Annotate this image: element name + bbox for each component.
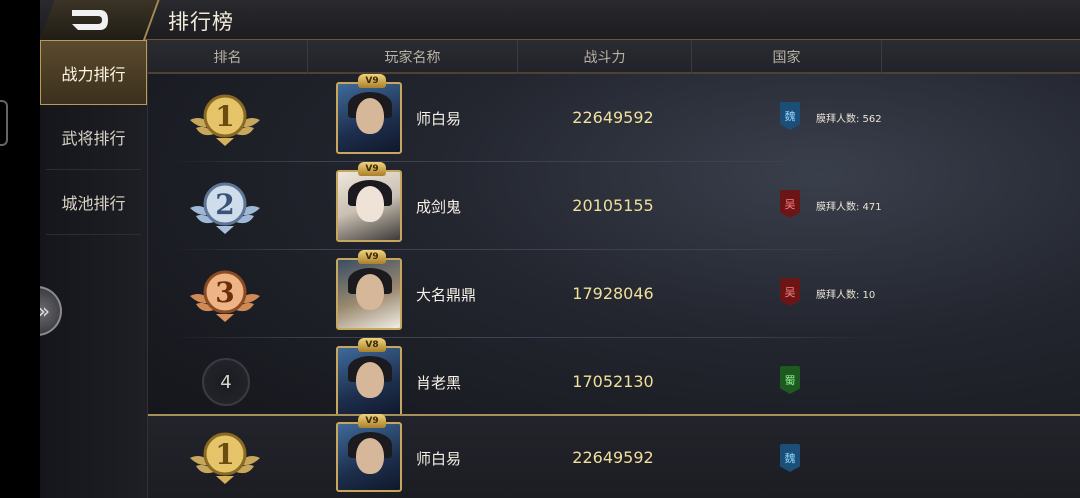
avatar[interactable] <box>336 422 402 492</box>
rank-1-medal-icon: 1 <box>190 94 260 146</box>
table-header: 排名 玩家名称 战斗力 国家 <box>148 40 1080 74</box>
nation-wu-flag-icon: 吴 <box>780 278 800 306</box>
col-player-name: 玩家名称 <box>308 40 518 74</box>
col-power: 战斗力 <box>518 40 692 74</box>
back-arrow-icon[interactable] <box>68 6 112 34</box>
player-name: 师白易 <box>416 110 462 128</box>
rank-3-medal-icon: 3 <box>190 270 260 322</box>
vip-badge: V9 <box>358 74 386 88</box>
rank-1-medal-icon: 1 <box>190 432 260 484</box>
avatar[interactable] <box>336 258 402 330</box>
double-chevron-icon: » <box>40 299 50 323</box>
ranking-screen: 排行榜 战力排行 武将排行 城池排行 » 排名 玩家名称 战斗力 国家 1 V9… <box>40 0 1080 498</box>
player-name: 成剑鬼 <box>416 198 462 216</box>
tab-general-ranking[interactable]: 武将排行 <box>46 105 141 170</box>
nation-wei-flag-icon: 魏 <box>780 444 800 472</box>
player-name: 大名鼎鼎 <box>416 286 477 304</box>
rank-number: 1 <box>215 100 234 133</box>
nation-wei-flag-icon: 魏 <box>780 102 800 130</box>
nation-wu-flag-icon: 吴 <box>780 190 800 218</box>
sidebar: 战力排行 武将排行 城池排行 <box>40 40 148 498</box>
vip-badge: V9 <box>358 414 386 428</box>
player-name: 师白易 <box>416 450 462 468</box>
nation-shu-flag-icon: 蜀 <box>780 366 800 394</box>
col-nation: 国家 <box>692 40 882 74</box>
rank-number: 2 <box>215 188 234 221</box>
rank-number: 3 <box>215 276 234 309</box>
rank-2-medal-icon: 2 <box>190 182 260 234</box>
page-title: 排行榜 <box>168 10 234 34</box>
power-value: 17052130 <box>572 372 654 391</box>
ranking-row[interactable]: 4 V8 肖老黑 17052130 蜀 <box>148 338 1080 426</box>
vip-badge: V9 <box>358 250 386 264</box>
worship-count: 膜拜人数: 10 <box>816 290 876 301</box>
edge-handle <box>0 100 8 146</box>
device-edge <box>0 0 40 498</box>
top-bar: 排行榜 <box>40 0 1080 40</box>
ranking-row[interactable]: 2 V9 成剑鬼 20105155 吴 膜拜人数: 471 <box>148 162 1080 250</box>
power-value: 22649592 <box>572 448 654 467</box>
player-name: 肖老黑 <box>416 374 462 392</box>
power-value: 20105155 <box>572 196 654 215</box>
avatar[interactable] <box>336 346 402 418</box>
power-value: 22649592 <box>572 108 654 127</box>
my-rank-row[interactable]: 1 V9 师白易 22649592 魏 <box>148 414 1080 498</box>
power-value: 17928046 <box>572 284 654 303</box>
avatar[interactable] <box>336 82 402 154</box>
vip-badge: V9 <box>358 162 386 176</box>
avatar[interactable] <box>336 170 402 242</box>
vip-badge: V8 <box>358 338 386 352</box>
rank-number-badge: 4 <box>202 358 250 406</box>
rank-number: 1 <box>215 438 234 471</box>
ranking-row[interactable]: 1 V9 师白易 22649592 魏 膜拜人数: 562 <box>148 74 1080 162</box>
worship-count: 膜拜人数: 562 <box>816 114 882 125</box>
col-rank: 排名 <box>148 40 308 74</box>
ranking-row[interactable]: 3 V9 大名鼎鼎 17928046 吴 膜拜人数: 10 <box>148 250 1080 338</box>
tab-power-ranking[interactable]: 战力排行 <box>40 40 147 105</box>
tab-city-ranking[interactable]: 城池排行 <box>46 170 141 235</box>
worship-count: 膜拜人数: 471 <box>816 202 882 213</box>
